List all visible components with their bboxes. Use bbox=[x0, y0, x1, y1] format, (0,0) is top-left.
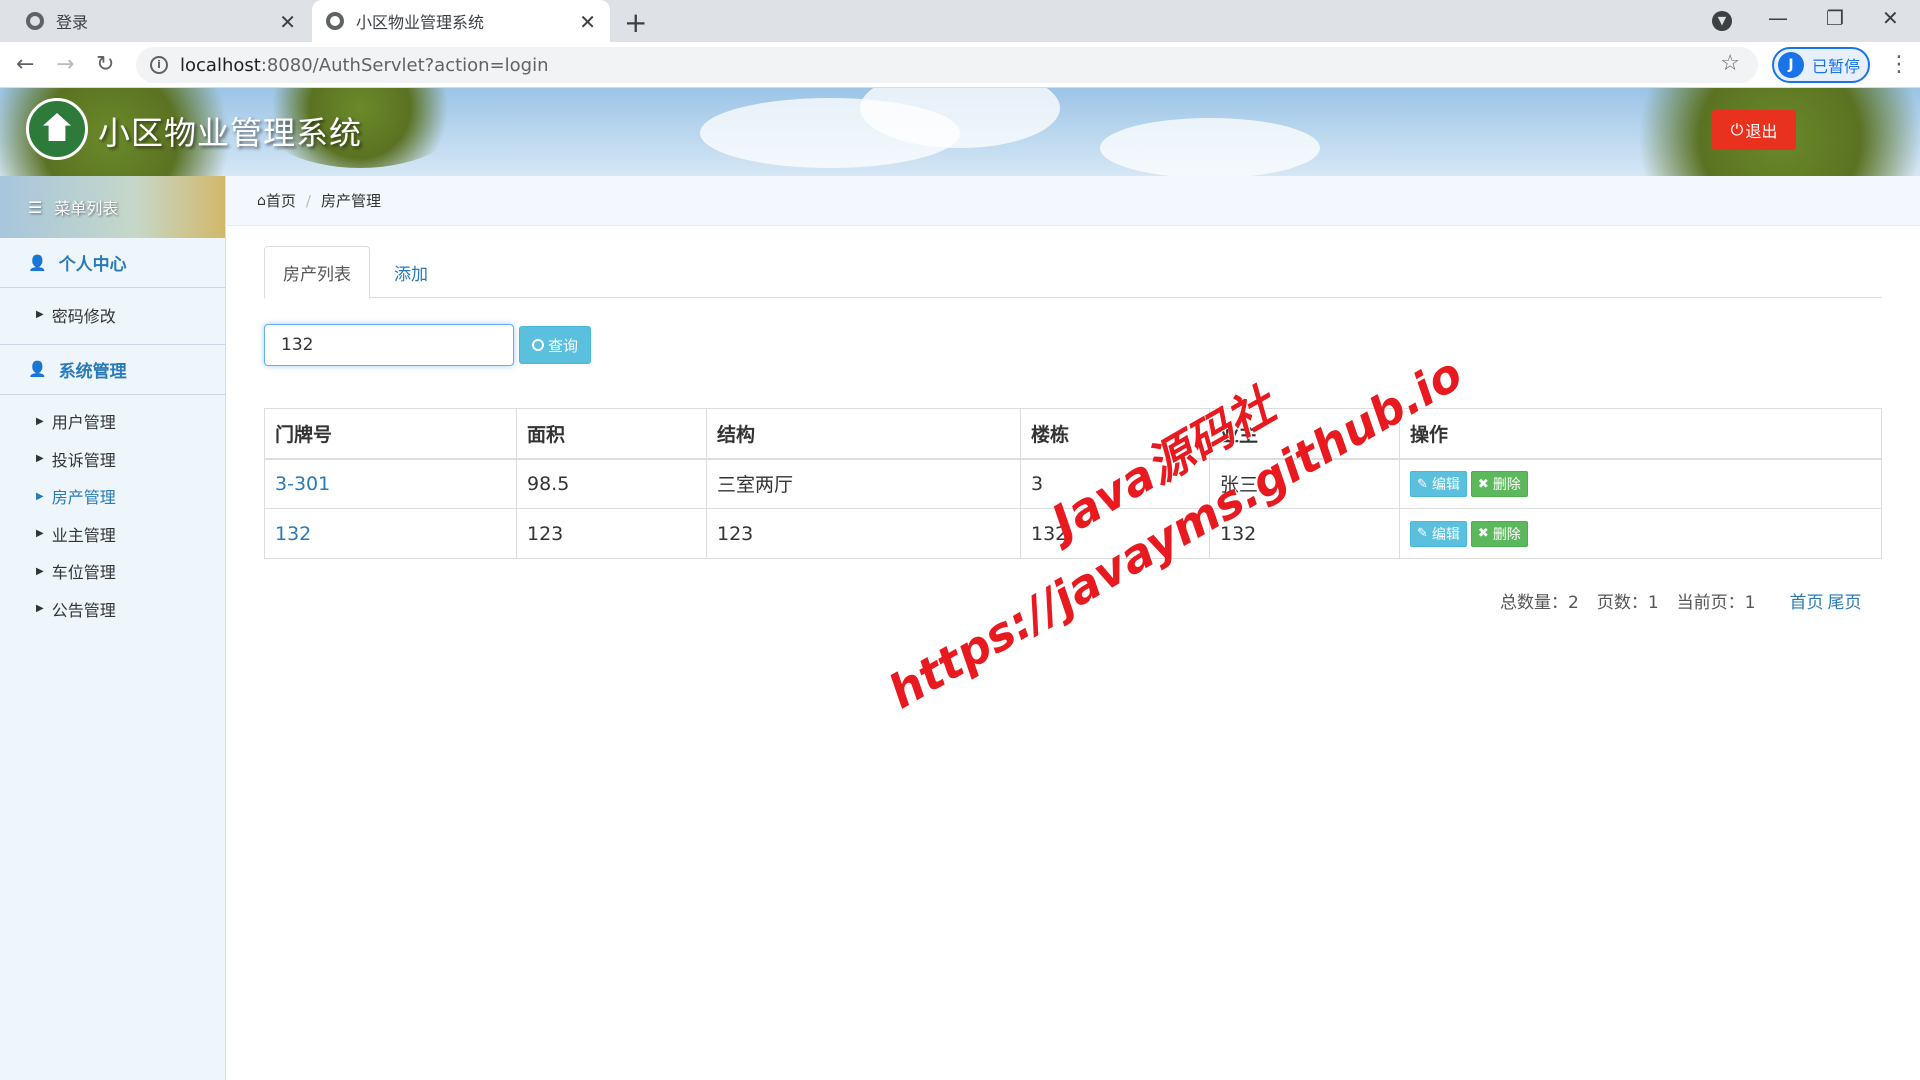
browser-toolbar: ← → ↻ i localhost:8080/AuthServlet?actio… bbox=[0, 42, 1920, 88]
caret-right-icon: ▶ bbox=[36, 415, 44, 427]
room-number-link[interactable]: 132 bbox=[264, 508, 517, 559]
column-header: 操作 bbox=[1399, 408, 1882, 460]
sidebar-item-password[interactable]: ▶ 密码修改 bbox=[0, 296, 225, 334]
user-icon: 👤 bbox=[28, 360, 47, 378]
back-icon[interactable]: ← bbox=[16, 52, 34, 77]
logo bbox=[26, 98, 88, 160]
sidebar-menu-title: ☰ 菜单列表 bbox=[0, 176, 225, 238]
pencil-icon: ✎ bbox=[1417, 476, 1428, 492]
sidebar-group-personal-list: ▶ 密码修改 bbox=[0, 288, 225, 345]
tab-title: 登录 bbox=[56, 13, 89, 32]
sidebar-group-system[interactable]: 👤 系统管理 bbox=[0, 345, 225, 395]
avatar: J bbox=[1778, 52, 1804, 78]
breadcrumb: ⌂ 首页 / 房产管理 bbox=[227, 176, 1920, 226]
edit-button[interactable]: ✎ 编辑 bbox=[1410, 471, 1467, 497]
pagination: 总数量：2 页数：1 当前页：1 首页 尾页 bbox=[1500, 588, 1865, 613]
column-header: 面积 bbox=[516, 408, 707, 460]
last-page-link[interactable]: 尾页 bbox=[1827, 588, 1861, 613]
remove-icon: ✖ bbox=[1477, 526, 1489, 542]
sidebar-item-parking[interactable]: ▶ 车位管理 bbox=[0, 553, 225, 591]
reload-icon[interactable]: ↻ bbox=[96, 52, 114, 77]
search-input[interactable] bbox=[264, 324, 514, 366]
caret-right-icon: ▶ bbox=[36, 490, 44, 502]
browser-tabbar: 登录 ✕ 小区物业管理系统 ✕ + ▼ — ❐ ✕ bbox=[0, 0, 1920, 42]
breadcrumb-current: 房产管理 bbox=[320, 192, 381, 210]
sidebar-item-property[interactable]: ▶ 房产管理 bbox=[0, 478, 225, 516]
caret-right-icon: ▶ bbox=[36, 453, 44, 465]
first-page-link[interactable]: 首页 bbox=[1789, 588, 1823, 613]
search-icon bbox=[531, 339, 544, 351]
table-header-row: 门牌号 面积 结构 楼栋 业主 操作 bbox=[264, 408, 1882, 460]
tab-add[interactable]: 添加 bbox=[376, 246, 446, 299]
close-icon[interactable]: ✕ bbox=[279, 10, 296, 34]
caret-right-icon: ▶ bbox=[36, 528, 44, 540]
sidebar-item-owners[interactable]: ▶ 业主管理 bbox=[0, 515, 225, 553]
logout-button[interactable]: ⏻ 退出 bbox=[1712, 110, 1796, 150]
sidebar-item-complaints[interactable]: ▶ 投诉管理 bbox=[0, 440, 225, 478]
breadcrumb-home[interactable]: 首页 bbox=[266, 190, 296, 211]
caret-right-icon: ▶ bbox=[36, 603, 44, 615]
caret-right-icon: ▶ bbox=[36, 309, 44, 321]
caret-right-icon: ▶ bbox=[36, 565, 44, 577]
profile-status: 已暂停 bbox=[1812, 57, 1861, 76]
window-close-icon[interactable]: ✕ bbox=[1882, 6, 1899, 30]
sidebar: ☰ 菜单列表 👤 个人中心 ▶ 密码修改 👤 系统管理 ▶ 用户管理 ▶ 投诉管… bbox=[0, 176, 226, 1080]
delete-button[interactable]: ✖ 删除 bbox=[1470, 520, 1528, 547]
sidebar-item-notices[interactable]: ▶ 公告管理 bbox=[0, 590, 225, 628]
total-count: 总数量：2 bbox=[1500, 593, 1579, 613]
column-header: 门牌号 bbox=[264, 408, 517, 460]
tab-property-list[interactable]: 房产列表 bbox=[264, 246, 370, 299]
page-count: 页数：1 bbox=[1596, 593, 1659, 613]
user-icon: 👤 bbox=[28, 253, 47, 272]
edit-button[interactable]: ✎ 编辑 bbox=[1410, 520, 1467, 547]
forward-icon[interactable]: → bbox=[56, 52, 74, 77]
room-number-link[interactable]: 3-301 bbox=[264, 458, 517, 509]
new-tab-icon[interactable]: + bbox=[624, 6, 647, 39]
tab-title: 小区物业管理系统 bbox=[356, 13, 485, 32]
address-bar[interactable]: i localhost:8080/AuthServlet?action=logi… bbox=[136, 47, 1758, 83]
sidebar-group-personal[interactable]: 👤 个人中心 bbox=[0, 238, 225, 288]
current-page: 当前页：1 bbox=[1676, 593, 1756, 613]
close-icon[interactable]: ✕ bbox=[579, 10, 596, 34]
remove-icon: ✖ bbox=[1477, 476, 1489, 492]
restore-icon[interactable]: ❐ bbox=[1826, 6, 1844, 30]
content-tabs: 房产列表 添加 bbox=[264, 246, 1882, 299]
pencil-icon: ✎ bbox=[1417, 526, 1428, 542]
table-cell: 三室两厅 bbox=[706, 458, 1021, 509]
profile-button[interactable]: J 已暂停 bbox=[1772, 47, 1870, 83]
more-menu-icon[interactable]: ⋮ bbox=[1888, 52, 1910, 77]
sidebar-item-users[interactable]: ▶ 用户管理 bbox=[0, 403, 225, 441]
app-title: 小区物业管理系统 bbox=[98, 114, 363, 152]
column-header: 结构 bbox=[706, 408, 1021, 460]
home-icon: ⌂ bbox=[257, 192, 266, 209]
power-icon: ⏻ bbox=[1730, 120, 1744, 139]
globe-icon bbox=[26, 12, 44, 30]
minimize-icon[interactable]: — bbox=[1768, 6, 1788, 30]
globe-icon bbox=[326, 12, 344, 30]
sidebar-group-system-list: ▶ 用户管理 ▶ 投诉管理 ▶ 房产管理 ▶ 业主管理 ▶ 车位管理 ▶ 公告管… bbox=[0, 395, 225, 638]
delete-button[interactable]: ✖ 删除 bbox=[1470, 471, 1528, 497]
table-actions: ✎ 编辑 ✖ 删除 bbox=[1399, 508, 1882, 559]
browser-tab-login[interactable]: 登录 ✕ bbox=[0, 0, 310, 42]
list-icon: ☰ bbox=[28, 197, 43, 217]
url-text: localhost:8080/AuthServlet?action=login bbox=[180, 54, 549, 76]
table-actions: ✎ 编辑 ✖ 删除 bbox=[1399, 458, 1882, 509]
app-header: 小区物业管理系统 ⏻ 退出 bbox=[0, 88, 1920, 176]
tab-search-icon[interactable]: ▼ bbox=[1712, 11, 1732, 31]
browser-tab-active[interactable]: 小区物业管理系统 ✕ bbox=[312, 0, 610, 42]
search-button[interactable]: 查询 bbox=[519, 326, 591, 364]
bookmark-star-icon[interactable]: ☆ bbox=[1720, 51, 1740, 76]
info-icon[interactable]: i bbox=[150, 56, 168, 74]
table-cell: 123 bbox=[516, 508, 707, 559]
table-cell: 98.5 bbox=[516, 458, 707, 509]
